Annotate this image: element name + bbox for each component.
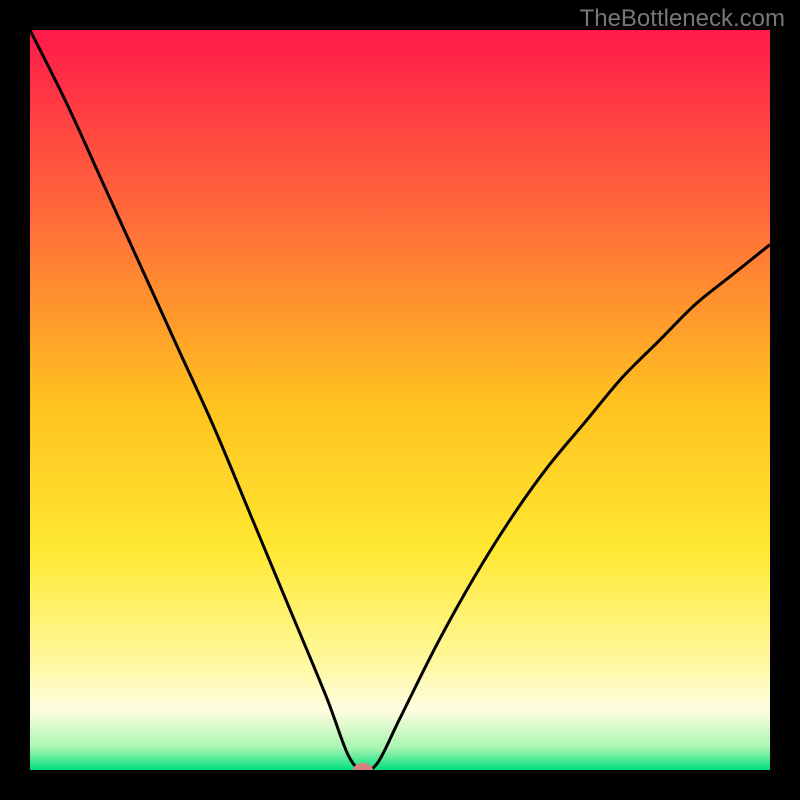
watermark-text: TheBottleneck.com <box>580 5 785 33</box>
chart-svg <box>0 0 800 800</box>
gradient-background <box>30 30 770 770</box>
bottleneck-chart: TheBottleneck.com <box>0 0 800 800</box>
